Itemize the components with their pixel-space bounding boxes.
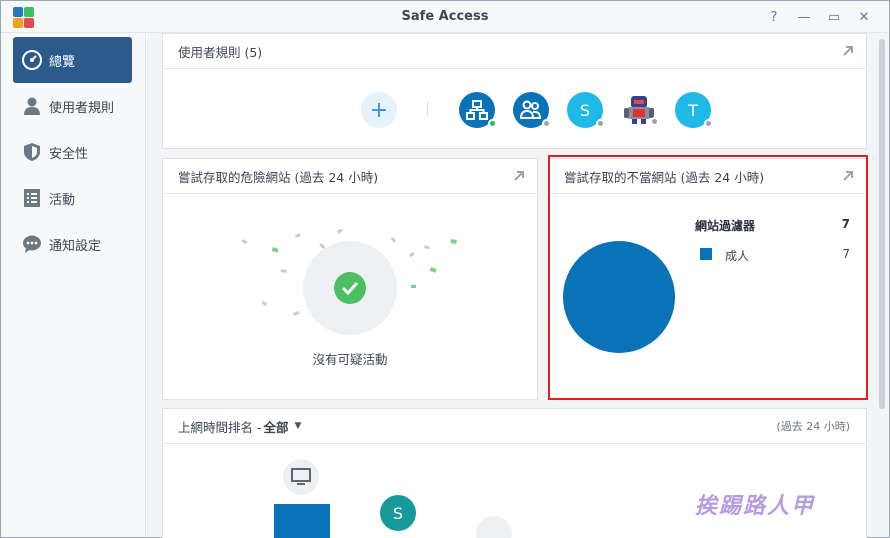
close-button[interactable]: ✕ bbox=[849, 7, 879, 27]
sidebar-item-overview[interactable]: 總覽 bbox=[13, 37, 132, 83]
network-device-icon bbox=[466, 100, 488, 120]
user-avatar-network[interactable] bbox=[459, 92, 497, 128]
dangerous-sites-title: 嘗試存取的危險網站 (過去 24 小時) bbox=[178, 169, 379, 185]
maximize-button[interactable]: ▭ bbox=[819, 7, 849, 27]
sidebar-item-label: 安全性 bbox=[49, 146, 89, 162]
empty-state-text: 沒有可疑活動 bbox=[312, 352, 388, 367]
dangerous-sites-panel: 嘗試存取的危險網站 (過去 24 小時) 沒有可疑活動 bbox=[162, 158, 538, 400]
check-icon bbox=[334, 272, 366, 304]
user-rules-header: 使用者規則 (5) bbox=[163, 34, 866, 69]
scrollbar-thumb[interactable] bbox=[879, 39, 885, 409]
scrollbar[interactable] bbox=[875, 33, 889, 537]
user-avatar-robot[interactable] bbox=[621, 90, 659, 126]
status-offline-dot bbox=[596, 119, 605, 128]
user-group-icon bbox=[519, 100, 542, 119]
sidebar-item-security[interactable]: 安全性 bbox=[13, 129, 132, 175]
monitor-icon bbox=[291, 468, 311, 485]
ranking-bar bbox=[274, 504, 330, 538]
highlight-box bbox=[548, 155, 868, 400]
user-avatar-t[interactable]: T bbox=[675, 92, 713, 128]
sidebar-item-label: 總覽 bbox=[49, 54, 76, 70]
watermark-text: 挨踢路人甲 bbox=[695, 494, 816, 519]
list-document-icon bbox=[21, 187, 43, 209]
add-rule-button[interactable]: + bbox=[361, 92, 397, 128]
dashboard-gauge-icon bbox=[21, 49, 43, 71]
user-icon bbox=[21, 95, 43, 117]
device-avatar[interactable] bbox=[283, 459, 319, 495]
help-button[interactable]: ? bbox=[759, 7, 789, 27]
ranking-title: 上網時間排名 - bbox=[178, 419, 262, 435]
sidebar-item-label: 使用者規則 bbox=[49, 100, 115, 116]
divider bbox=[427, 102, 428, 116]
sidebar-item-label: 通知設定 bbox=[49, 238, 102, 254]
range-label: (過去 24 小時) bbox=[776, 420, 850, 433]
title-bar: Safe Access ? — ▭ ✕ bbox=[1, 1, 889, 33]
chevron-down-icon[interactable]: ▼ bbox=[295, 421, 302, 431]
chat-bubble-icon bbox=[21, 233, 43, 255]
ranking-header: 上網時間排名 - 全部 ▼ (過去 24 小時) bbox=[163, 409, 866, 444]
sidebar: 總覽 使用者規則 安全性 活動 通知設定 bbox=[1, 33, 146, 537]
sidebar-item-user-rules[interactable]: 使用者規則 bbox=[13, 83, 132, 129]
minimize-button[interactable]: — bbox=[789, 7, 819, 27]
window-title: Safe Access bbox=[401, 9, 489, 24]
status-offline-dot bbox=[650, 117, 659, 126]
user-rules-title: 使用者規則 (5) bbox=[178, 44, 263, 60]
user-avatar-group[interactable] bbox=[513, 92, 551, 128]
user-avatar-s[interactable]: S bbox=[380, 495, 416, 531]
status-offline-dot bbox=[542, 119, 551, 128]
main-content: 使用者規則 (5) + S T 嘗試存取的危險網站 (過去 24 小時) 沒有可… bbox=[147, 33, 889, 538]
sidebar-item-activity[interactable]: 活動 bbox=[13, 175, 132, 221]
user-avatar-s[interactable]: S bbox=[567, 92, 605, 128]
expand-arrow-icon[interactable] bbox=[513, 170, 525, 182]
user-rules-panel: 使用者規則 (5) + S T bbox=[162, 33, 867, 149]
status-offline-dot bbox=[704, 119, 713, 128]
sidebar-item-notifications[interactable]: 通知設定 bbox=[13, 221, 132, 267]
shield-icon bbox=[21, 141, 43, 163]
sidebar-item-label: 活動 bbox=[49, 192, 76, 208]
expand-arrow-icon[interactable] bbox=[842, 45, 854, 57]
ranking-filter-dropdown[interactable]: 全部 bbox=[263, 417, 288, 436]
status-online-dot bbox=[488, 119, 497, 128]
dangerous-sites-header: 嘗試存取的危險網站 (過去 24 小時) bbox=[163, 159, 537, 194]
device-avatar[interactable] bbox=[476, 516, 512, 538]
